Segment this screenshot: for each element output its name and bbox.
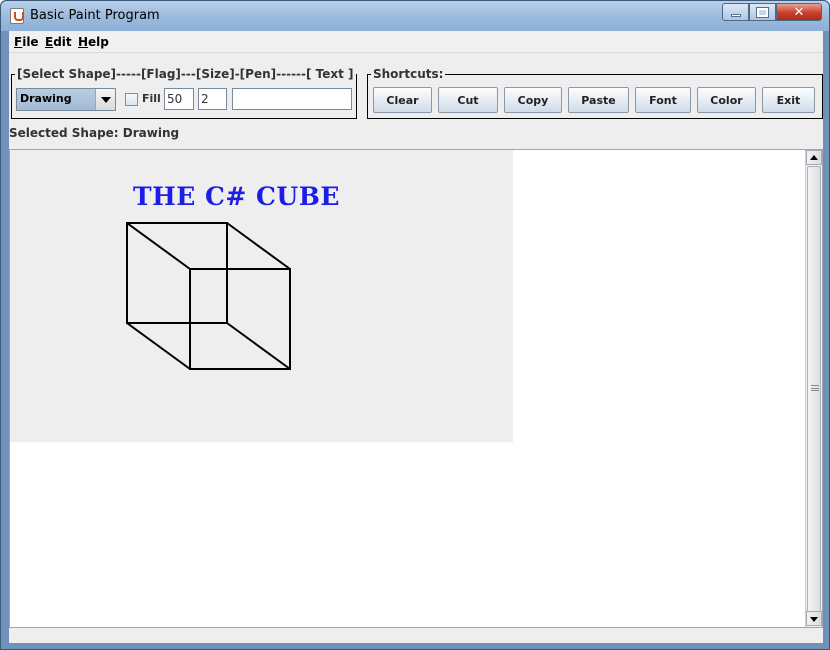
minimize-icon (730, 13, 741, 17)
tools-legend: [Select Shape]-----[Flag]---[Size]-[Pen]… (15, 67, 356, 81)
cube-front-face (189, 268, 291, 370)
menu-edit[interactable]: Edit (45, 35, 72, 49)
cut-button[interactable]: Cut (438, 87, 498, 113)
menu-bar: File Edit Help (9, 31, 823, 53)
menu-help[interactable]: Help (78, 35, 109, 49)
java-app-icon[interactable] (10, 8, 24, 24)
shape-select[interactable]: Drawing (16, 88, 116, 111)
client-area: File Edit Help [Select Shape]-----[Flag]… (9, 31, 823, 643)
cube-back-face (126, 222, 228, 324)
cube-drawing (126, 222, 291, 370)
title-bar[interactable]: Basic Paint Program ✕ (1, 1, 829, 31)
cube-edge-bl (126, 322, 191, 370)
selected-shape-label: Selected Shape: Drawing (9, 126, 180, 140)
bottom-bar (9, 628, 823, 643)
shape-select-value: Drawing (20, 92, 72, 105)
scroll-grip-icon (811, 385, 819, 391)
drawing-canvas[interactable]: THE C# CUBE (9, 149, 823, 628)
color-button[interactable]: Color (697, 87, 756, 113)
menu-file[interactable]: File (14, 35, 39, 49)
text-input[interactable] (232, 88, 352, 110)
paste-button[interactable]: Paste (568, 87, 629, 113)
cube-edge-tl (126, 222, 191, 270)
exit-button[interactable]: Exit (762, 87, 815, 113)
cube-edge-br (226, 322, 291, 370)
maximize-icon (756, 6, 769, 18)
drawing-area[interactable]: THE C# CUBE (10, 150, 513, 442)
clear-button[interactable]: Clear (373, 87, 432, 113)
scroll-down-icon[interactable] (806, 611, 822, 626)
vertical-scrollbar[interactable] (805, 150, 822, 627)
pen-input[interactable]: 2 (198, 88, 227, 110)
app-window: Basic Paint Program ✕ File Edit Help [Se… (0, 0, 830, 650)
maximize-button[interactable] (749, 3, 776, 21)
fill-checkbox[interactable] (125, 93, 138, 106)
font-button[interactable]: Font (635, 87, 691, 113)
scroll-up-icon[interactable] (806, 150, 822, 165)
size-input[interactable]: 50 (164, 88, 194, 110)
window-title: Basic Paint Program (30, 8, 160, 23)
close-icon: ✕ (793, 4, 805, 20)
cube-lines (126, 222, 291, 370)
scroll-thumb[interactable] (807, 166, 821, 612)
close-button[interactable]: ✕ (776, 3, 822, 21)
fill-label: Fill (142, 92, 161, 105)
combo-arrow-icon[interactable] (95, 89, 115, 110)
copy-button[interactable]: Copy (504, 87, 562, 113)
cube-edge-tr (226, 222, 291, 270)
shortcuts-legend: Shortcuts: (371, 67, 446, 81)
minimize-button[interactable] (722, 3, 749, 21)
